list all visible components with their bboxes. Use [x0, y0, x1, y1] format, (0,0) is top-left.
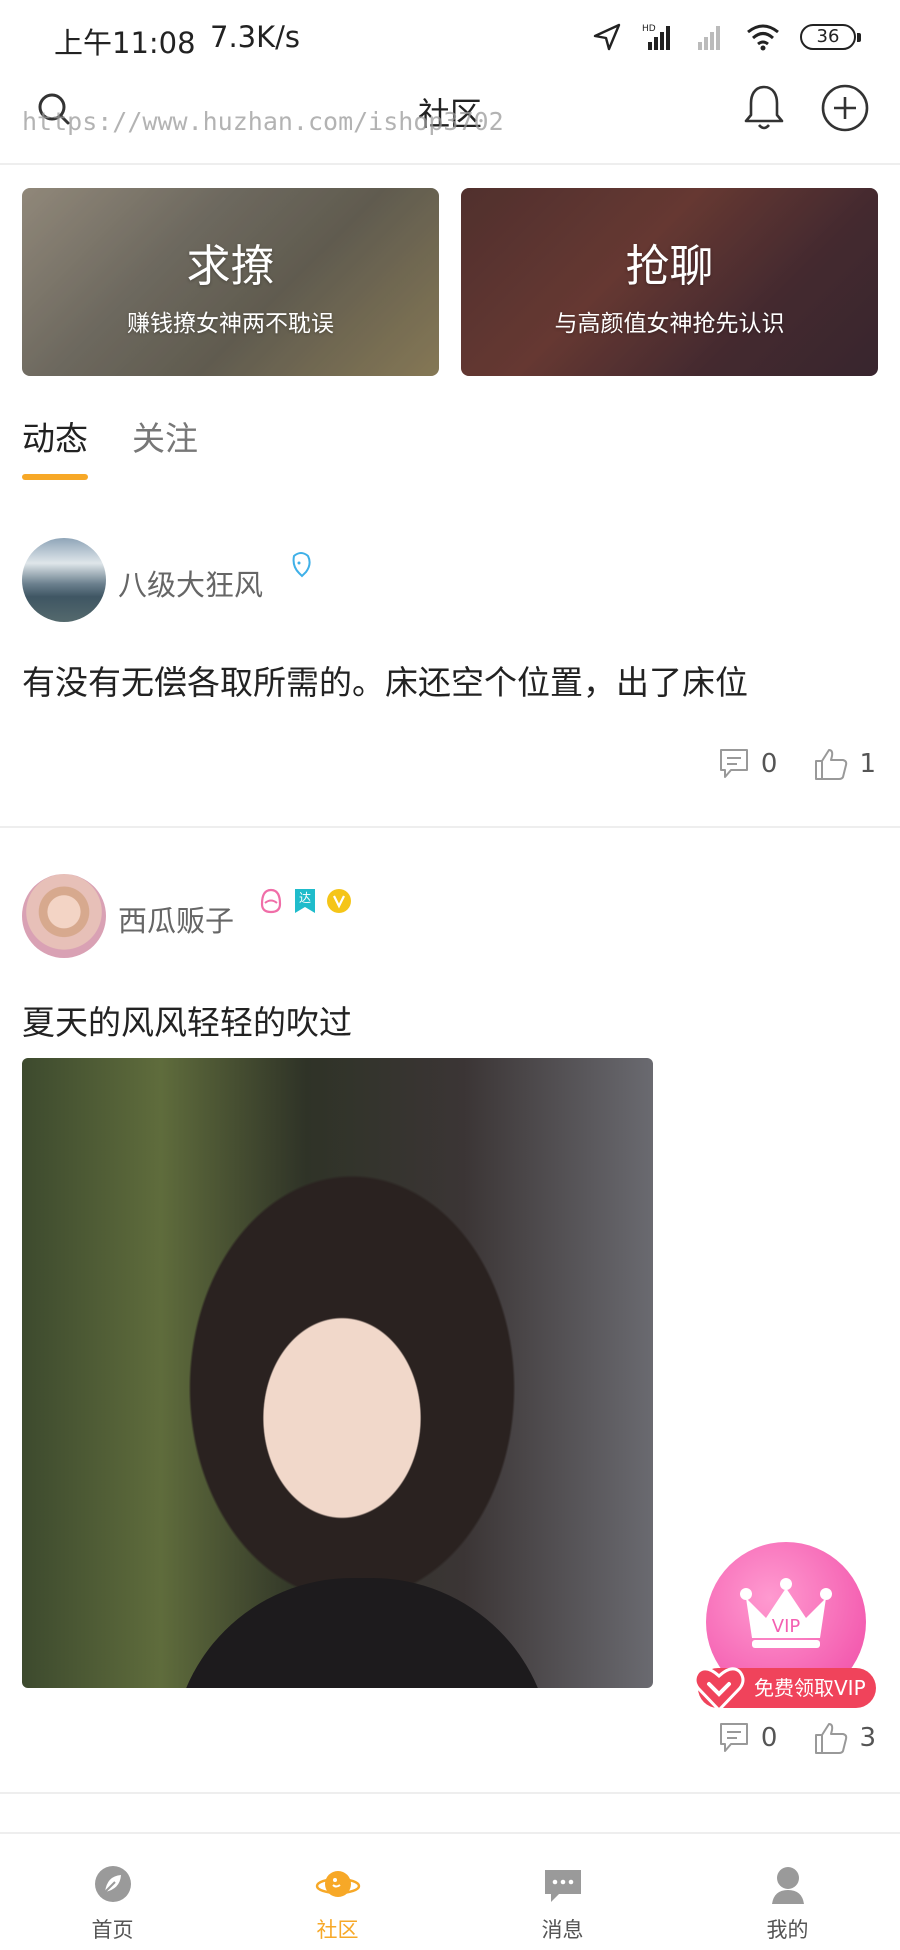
banner-subtitle: 赚钱撩女神两不耽误 [127, 311, 334, 337]
vip-v-badge-icon [327, 889, 351, 913]
user-icon [771, 1867, 804, 1904]
nav-label: 社区 [316, 1918, 359, 1942]
user-badges [288, 550, 314, 580]
post-username[interactable]: 八级大狂风 [118, 562, 263, 604]
like-count: 3 [859, 1723, 876, 1753]
signal-weak-icon [698, 26, 720, 50]
thumbs-up-icon [815, 1723, 848, 1754]
nav-home[interactable]: 首页 [0, 1834, 225, 1950]
feed-tabs: 动态 关注 [22, 412, 198, 482]
like-button[interactable]: 1 [813, 746, 876, 782]
comment-button[interactable]: 0 [717, 1720, 778, 1756]
message-bubble-icon [544, 1870, 581, 1902]
svg-text:HD: HD [642, 24, 656, 34]
expert-badge-icon: 达 [295, 889, 315, 913]
banner-grab-chat[interactable]: 抢聊 与高颜值女神抢先认识 [461, 188, 878, 376]
tab-label: 动态 [22, 419, 88, 458]
status-icons: HD 36 [592, 20, 861, 54]
crown-icon: VIP [740, 1578, 832, 1648]
post-text: 有没有无偿各取所需的。床还空个位置，出了床位 [22, 663, 748, 702]
user-badges: 达 [258, 886, 352, 916]
tab-moments[interactable]: 动态 [22, 412, 88, 482]
comment-count: 0 [760, 1723, 778, 1753]
signal-hd-icon: HD [642, 24, 670, 50]
status-time: 上午11:08 [54, 26, 196, 60]
avatar[interactable] [22, 874, 106, 958]
post-divider [0, 826, 900, 828]
comment-button[interactable]: 0 [717, 746, 778, 782]
verified-face-icon [292, 552, 311, 578]
active-tab-indicator [22, 474, 88, 480]
post-image-detail [172, 1578, 552, 1688]
like-count: 1 [859, 749, 876, 779]
add-icon[interactable] [820, 83, 870, 133]
post-actions: 0 3 [717, 1720, 876, 1756]
expert-badge-text: 达 [299, 891, 311, 905]
network-speed: 7.3K/s [210, 20, 301, 54]
banner-subtitle: 与高颜值女神抢先认识 [554, 311, 785, 337]
watermark-text: https://www.huzhan.com/ishop3702 [22, 107, 504, 136]
post-text: 夏天的风风轻轻的吹过 [22, 1003, 352, 1042]
feature-banners: 求撩 赚钱撩女神两不耽误 抢聊 与高颜值女神抢先认识 [22, 188, 878, 378]
app-header: 社区 https://www.huzhan.com/ishop3702 [0, 75, 900, 165]
banner-title: 抢聊 [625, 241, 714, 292]
female-badge-icon [260, 888, 282, 914]
banner-title: 求撩 [186, 241, 275, 292]
thumbs-up-icon [815, 749, 848, 780]
avatar[interactable] [22, 538, 106, 622]
vip-heart-icon [693, 1667, 745, 1713]
post-actions: 0 1 [717, 746, 876, 782]
wifi-icon [747, 24, 779, 51]
nav-label: 我的 [766, 1918, 809, 1942]
post-divider [0, 1792, 900, 1794]
vip-badge-text: VIP [772, 1616, 801, 1637]
comment-icon [719, 1723, 748, 1752]
banner-seek-flirt[interactable]: 求撩 赚钱撩女神两不耽误 [22, 188, 439, 376]
post-image[interactable] [22, 1058, 653, 1688]
tab-label: 关注 [132, 419, 198, 458]
status-bar: 上午11:08 7.3K/s HD 36 [0, 0, 900, 75]
bell-icon[interactable] [742, 83, 786, 133]
nav-profile[interactable]: 我的 [675, 1834, 900, 1950]
nav-messages[interactable]: 消息 [450, 1834, 675, 1950]
planet-icon [315, 1871, 360, 1897]
tab-following[interactable]: 关注 [132, 412, 198, 482]
nav-label: 消息 [541, 1918, 584, 1942]
comment-count: 0 [760, 749, 778, 779]
home-leaf-icon [94, 1866, 131, 1902]
nav-label: 首页 [91, 1918, 134, 1942]
like-button[interactable]: 3 [813, 1720, 876, 1756]
location-arrow-icon [593, 23, 621, 51]
battery-icon: 36 [800, 24, 861, 50]
post-username[interactable]: 西瓜贩子 [118, 898, 234, 940]
feed-post: 八级大狂风 有没有无偿各取所需的。床还空个位置，出了床位 0 1 [0, 538, 900, 828]
comment-icon [719, 749, 748, 778]
bottom-navigation: 首页 社区 消息 我的 [0, 1832, 900, 1950]
nav-community[interactable]: 社区 [225, 1834, 450, 1950]
